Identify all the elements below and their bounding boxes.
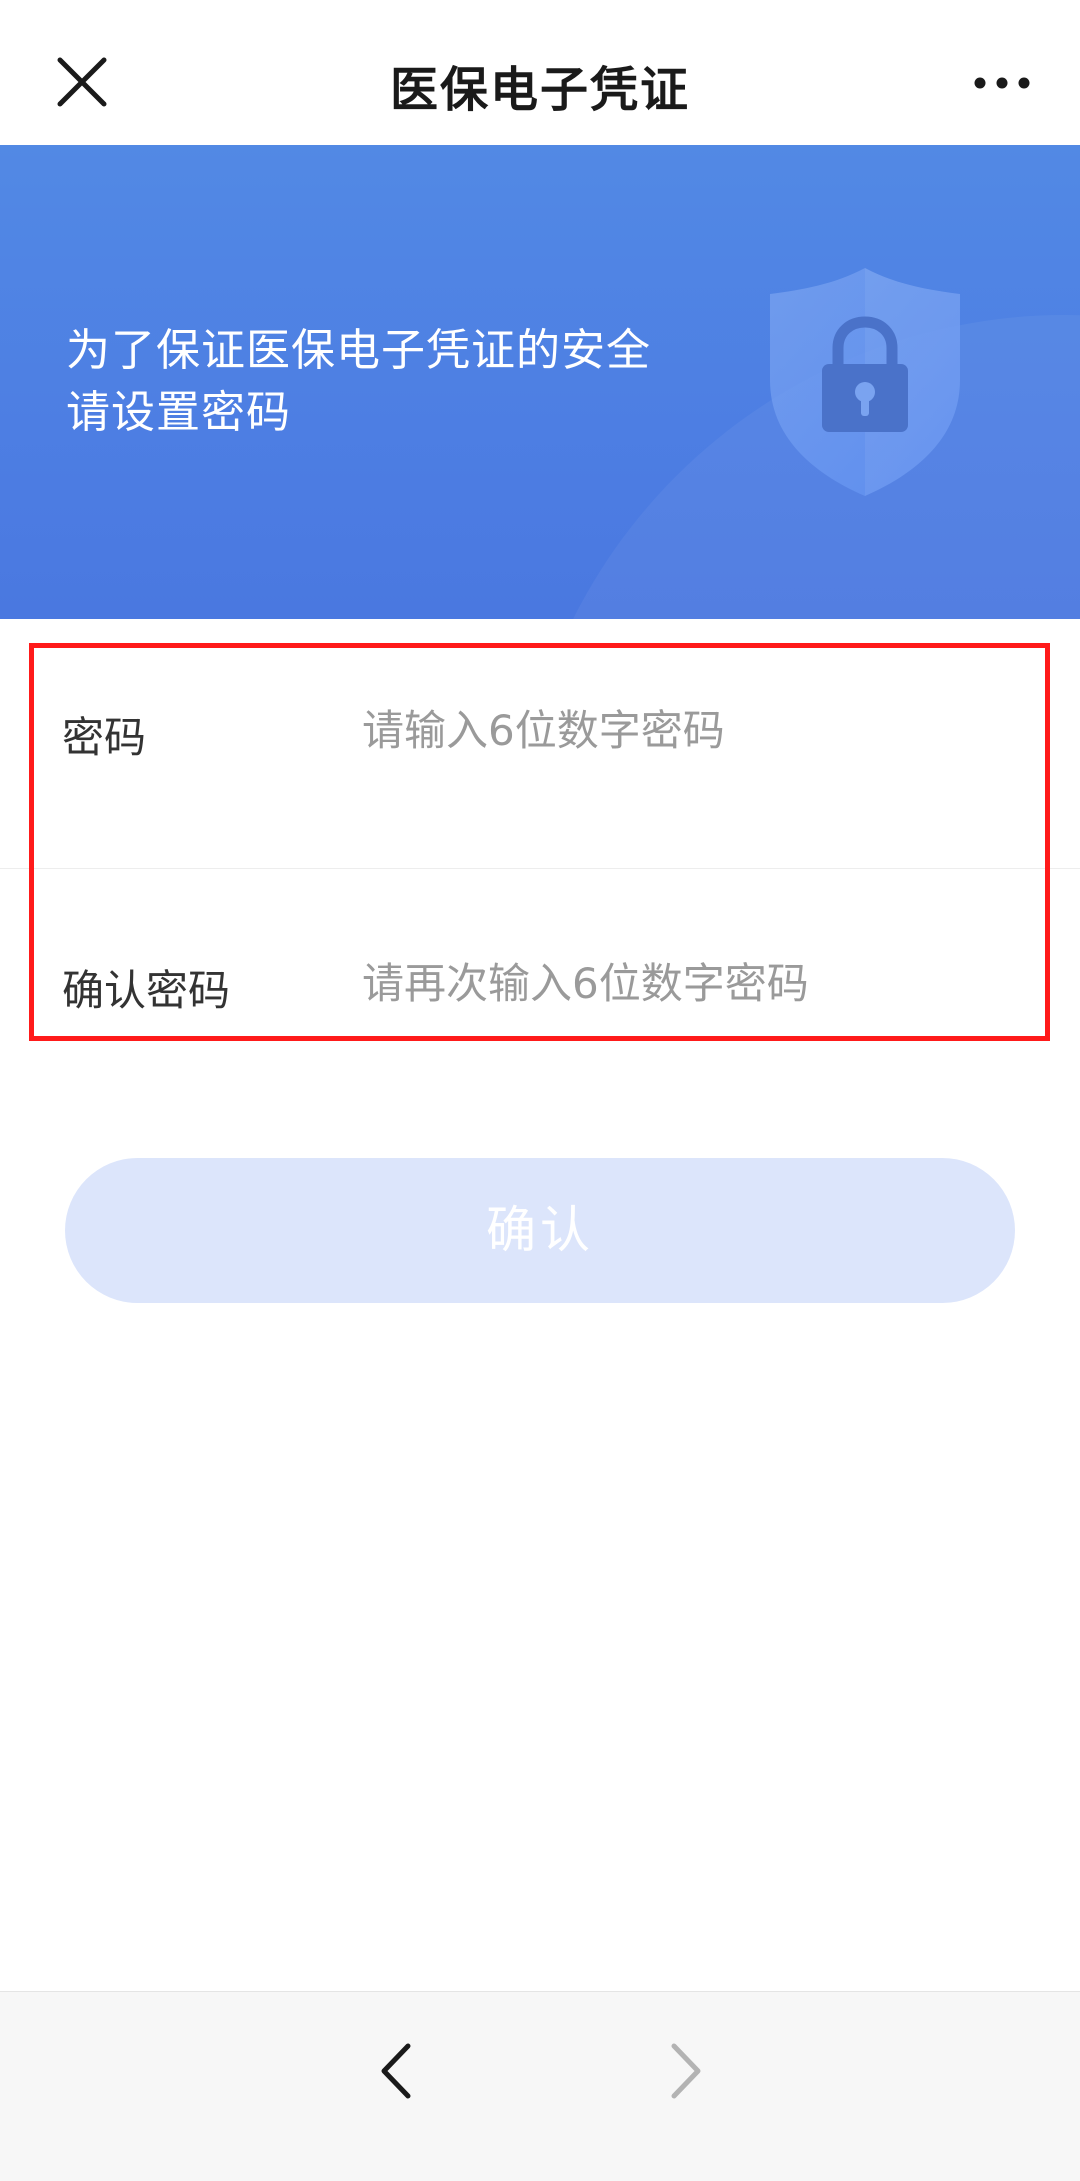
shield-lock-icon xyxy=(770,268,960,496)
confirm-button[interactable]: 确认 xyxy=(65,1158,1015,1303)
security-banner: 为了保证医保电子凭证的安全 请设置密码 xyxy=(0,145,1080,619)
more-icon[interactable] xyxy=(974,70,1030,96)
bottom-toolbar xyxy=(0,1991,1080,2181)
banner-line-1: 为了保证医保电子凭证的安全 xyxy=(66,325,651,376)
confirm-password-input[interactable] xyxy=(362,948,1012,1018)
banner-line-2: 请设置密码 xyxy=(66,387,291,438)
password-label: 密码 xyxy=(62,713,147,762)
password-input[interactable] xyxy=(362,695,1012,765)
chevron-left-icon[interactable] xyxy=(372,2036,422,2106)
page-title: 医保电子凭证 xyxy=(389,62,690,118)
confirm-password-row: 确认密码 xyxy=(0,869,1080,1117)
password-row: 密码 xyxy=(0,619,1080,869)
confirm-password-label: 确认密码 xyxy=(62,966,231,1015)
password-form: 密码 确认密码 xyxy=(0,619,1080,1117)
banner-message: 为了保证医保电子凭证的安全 请设置密码 xyxy=(66,320,651,444)
chevron-right-icon xyxy=(671,2043,701,2099)
navigation-bar: 医保电子凭证 xyxy=(0,0,1080,145)
